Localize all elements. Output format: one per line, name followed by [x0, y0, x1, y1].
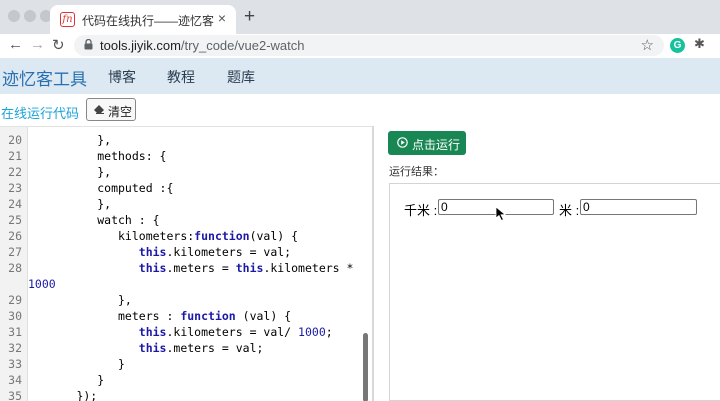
code-text: this.kilometers = val/ 1000; [138, 325, 333, 339]
code-text: this.meters = this.kilometers * [138, 261, 354, 275]
code-line: 31 this.kilometers = val/ 1000; [0, 324, 372, 340]
browser-tab-strip: fn 代码在线执行——迹忆客 × + [0, 0, 720, 34]
code-text: computed :{ [28, 181, 174, 195]
browser-toolbar: ← → ↻ tools.jiyik.com/try_code/vue2-watc… [0, 34, 720, 58]
bookmark-star-icon[interactable]: ☆ [641, 36, 654, 54]
line-number: 27 [8, 245, 22, 259]
mouse-cursor-icon [495, 206, 507, 222]
result-frame: 千米 : 米 : [389, 183, 720, 401]
code-toolbar: 在线运行代码 清空 [0, 94, 720, 126]
code-text: 1000 [28, 277, 56, 291]
line-number: 33 [8, 357, 22, 371]
code-text: }, [28, 293, 132, 307]
code-text: }, [28, 197, 112, 211]
address-bar[interactable]: tools.jiyik.com/try_code/vue2-watch ☆ [74, 35, 664, 56]
code-text: }); [28, 389, 98, 401]
nav-question-bank[interactable]: 题库 [227, 67, 255, 87]
code-line: 25 watch : { [0, 212, 372, 228]
line-number: 21 [8, 149, 22, 163]
code-line: 30 meters : function (val) { [0, 308, 372, 324]
url-path: /try_code/vue2-watch [180, 38, 305, 53]
line-number: 35 [8, 389, 22, 401]
clear-button[interactable]: 清空 [86, 98, 136, 121]
line-number: 24 [8, 197, 22, 211]
line-number: 22 [8, 165, 22, 179]
code-line: 28 this.meters = this.kilometers * [0, 260, 372, 276]
code-line: 23 computed :{ [0, 180, 372, 196]
code-text: methods: { [28, 149, 167, 163]
km-label: 千米 : [404, 203, 438, 218]
url-host: tools.jiyik.com [100, 38, 181, 53]
result-heading: 运行结果： [389, 166, 444, 178]
play-circle-icon [397, 137, 408, 148]
browser-tab[interactable]: fn 代码在线执行——迹忆客 × [50, 5, 236, 34]
grammarly-icon[interactable]: G [670, 38, 685, 53]
url-text: tools.jiyik.com/try_code/vue2-watch [100, 38, 305, 53]
code-line: 34 } [0, 372, 372, 388]
code-line: 20 }, [0, 132, 372, 148]
code-text: this.meters = val; [138, 341, 264, 355]
line-number: 23 [8, 181, 22, 195]
line-number: 25 [8, 213, 22, 227]
line-number: 30 [8, 309, 22, 323]
run-online-label: 在线运行代码 [1, 106, 80, 121]
code-line: 33 } [0, 356, 372, 372]
back-icon[interactable]: ← [8, 36, 23, 53]
m-label: 米 : [559, 203, 580, 218]
line-number: 20 [8, 133, 22, 147]
site-logo[interactable]: 迹忆客工具 [2, 65, 87, 90]
site-header: 迹忆客工具 博客 教程 题库 [0, 58, 720, 94]
lock-icon [84, 39, 93, 50]
code-editor[interactable]: 20 }, 21 methods: {22 }, 23 computed :{24 … [0, 126, 372, 401]
code-text: this.kilometers = val; [138, 245, 292, 259]
code-line: 32 this.meters = val; [0, 340, 372, 356]
m-input[interactable] [580, 199, 697, 215]
eraser-icon [94, 105, 104, 114]
code-line: 21 methods: { [0, 148, 372, 164]
code-text: kilometers:function(val) { [28, 229, 299, 243]
favicon-icon: fn [60, 12, 75, 27]
code-text: meters : function (val) { [28, 309, 292, 323]
window-close-dot[interactable] [8, 10, 20, 22]
reload-icon[interactable]: ↻ [52, 36, 65, 54]
line-number: 34 [8, 373, 22, 387]
code-line: 22 }, [0, 164, 372, 180]
code-text: }, [28, 133, 112, 147]
line-number: 31 [8, 325, 22, 339]
code-text: watch : { [28, 213, 160, 227]
run-button[interactable]: 点击运行 [388, 131, 466, 155]
run-button-label: 点击运行 [412, 138, 461, 152]
code-line: 24 }, [0, 196, 372, 212]
code-text: }, [28, 165, 112, 179]
close-icon[interactable]: × [218, 10, 226, 26]
code-text: } [28, 373, 105, 387]
nav-tutorial[interactable]: 教程 [167, 67, 195, 87]
clear-button-label: 清空 [108, 105, 133, 119]
extensions-icon[interactable]: ✱ [694, 36, 705, 52]
editor-scrollbar[interactable] [363, 333, 368, 401]
code-text: } [28, 357, 125, 371]
code-line: 29 }, [0, 292, 372, 308]
code-line: 27 this.kilometers = val; [0, 244, 372, 260]
code-line: 35 }); [0, 388, 372, 401]
code-line: 1000 [0, 276, 372, 292]
line-number: 32 [8, 341, 22, 355]
new-tab-icon[interactable]: + [244, 6, 255, 28]
line-number: 26 [8, 229, 22, 243]
code-line: 26 kilometers:function(val) { [0, 228, 372, 244]
nav-blog[interactable]: 博客 [108, 67, 136, 87]
line-number: 28 [8, 261, 22, 275]
line-number: 29 [8, 293, 22, 307]
tab-title: 代码在线执行——迹忆客 [82, 14, 215, 28]
forward-icon[interactable]: → [30, 36, 45, 53]
window-minimize-dot[interactable] [24, 10, 36, 22]
result-pane: 点击运行 运行结果： 千米 : 米 : [374, 126, 720, 401]
